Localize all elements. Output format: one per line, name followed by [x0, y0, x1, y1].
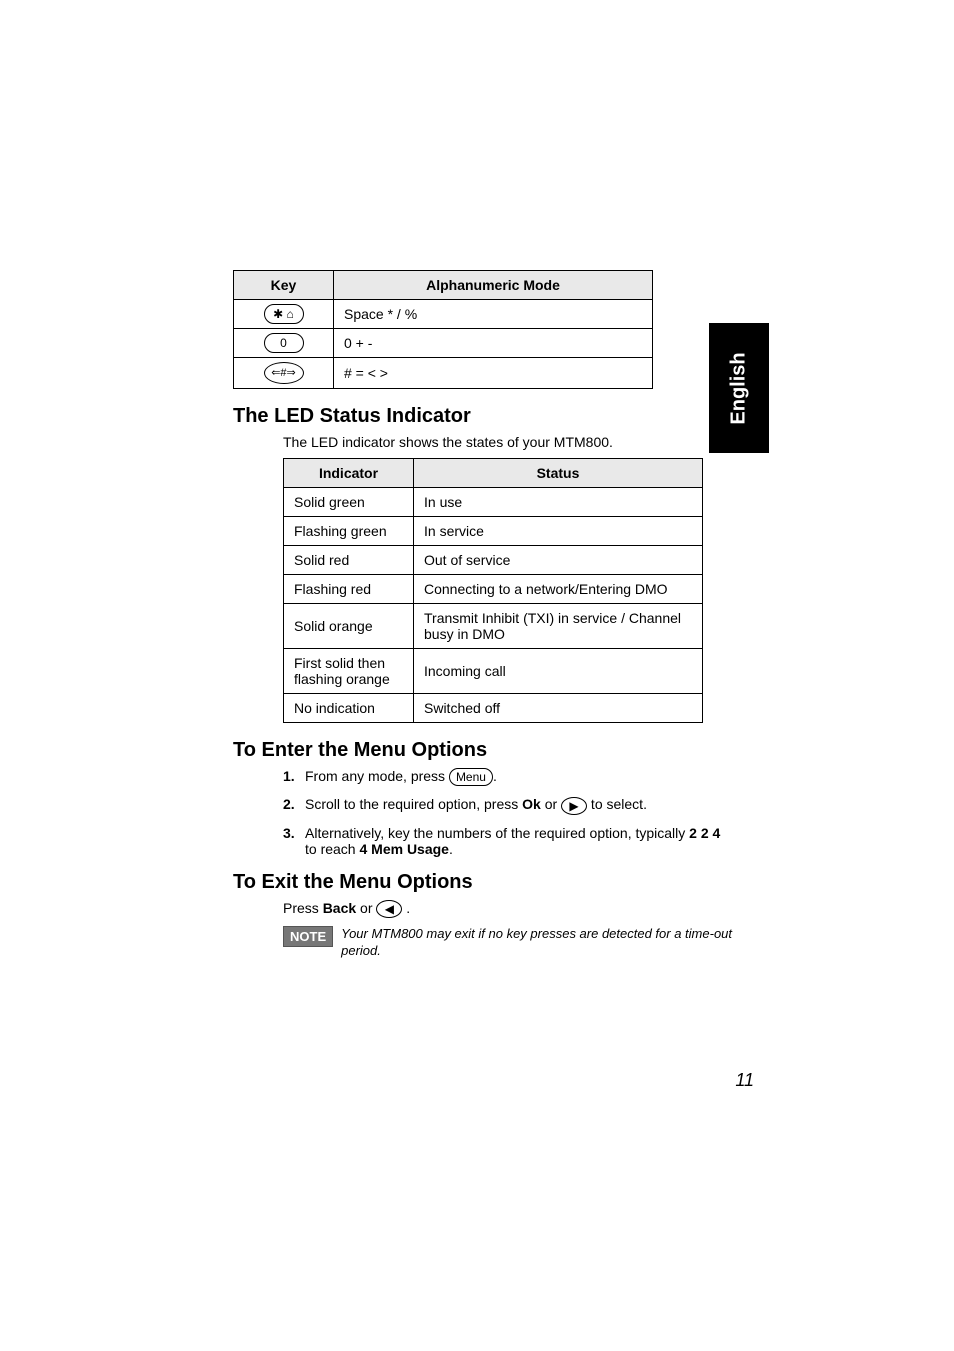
table-row: First solid then flashing orangeIncoming…	[284, 649, 703, 694]
step-text: to reach	[305, 841, 359, 857]
step-number: 3.	[283, 825, 295, 841]
table-row: Flashing redConnecting to a network/Ente…	[284, 575, 703, 604]
exit-text: Press	[283, 900, 323, 916]
indicator-header: Indicator	[284, 459, 414, 488]
indicator-cell: First solid then flashing orange	[284, 649, 414, 694]
zero-key-icon: 0	[264, 333, 304, 353]
step-text: .	[449, 841, 453, 857]
table-row: ✱ ⌂ Space * / %	[234, 300, 653, 329]
table-row: ⇐#⇒ # = < >	[234, 358, 653, 389]
status-cell: Out of service	[414, 546, 703, 575]
table-row: Solid orangeTransmit Inhibit (TXI) in se…	[284, 604, 703, 649]
table-row: Flashing greenIn service	[284, 517, 703, 546]
enter-menu-steps: 1. From any mode, press Menu. 2. Scroll …	[283, 768, 733, 857]
step-text: From any mode, press	[305, 768, 449, 784]
left-arrow-key-icon: ◀	[376, 900, 402, 918]
key-cell: 0	[234, 329, 334, 358]
status-header: Status	[414, 459, 703, 488]
step-3: 3. Alternatively, key the numbers of the…	[283, 825, 733, 857]
menu-key-icon: Menu	[449, 768, 493, 786]
indicator-cell: Flashing red	[284, 575, 414, 604]
step-text: or	[541, 796, 561, 812]
note-label: NOTE	[283, 926, 333, 947]
indicator-cell: Flashing green	[284, 517, 414, 546]
mode-cell: 0 + -	[334, 329, 653, 358]
step-text: Scroll to the required option, press	[305, 796, 522, 812]
mode-cell: # = < >	[334, 358, 653, 389]
status-cell: Transmit Inhibit (TXI) in service / Chan…	[414, 604, 703, 649]
page-number: 11	[735, 1070, 754, 1091]
key-sequence: 2 2 4	[689, 825, 720, 841]
right-arrow-key-icon: ▶	[561, 797, 587, 815]
menu-target: 4 Mem Usage	[359, 841, 448, 857]
mode-cell: Space * / %	[334, 300, 653, 329]
table-row: No indicationSwitched off	[284, 694, 703, 723]
table-row: Solid greenIn use	[284, 488, 703, 517]
led-heading: The LED Status Indicator	[233, 405, 733, 428]
key-cell: ⇐#⇒	[234, 358, 334, 389]
key-cell: ✱ ⌂	[234, 300, 334, 329]
status-cell: In service	[414, 517, 703, 546]
indicator-cell: Solid red	[284, 546, 414, 575]
indicator-cell: No indication	[284, 694, 414, 723]
mode-header: Alphanumeric Mode	[334, 271, 653, 300]
note-box: NOTE Your MTM800 may exit if no key pres…	[283, 926, 733, 960]
step-text: .	[493, 768, 497, 784]
step-1: 1. From any mode, press Menu.	[283, 768, 733, 786]
star-key-icon: ✱ ⌂	[264, 304, 304, 324]
exit-instruction: Press Back or ◀ .	[283, 900, 733, 918]
key-mode-table: Key Alphanumeric Mode ✱ ⌂ Space * / % 0 …	[233, 270, 653, 389]
ok-label: Ok	[522, 796, 541, 812]
table-row: 0 0 + -	[234, 329, 653, 358]
status-cell: Switched off	[414, 694, 703, 723]
exit-text: .	[402, 900, 410, 916]
step-2: 2. Scroll to the required option, press …	[283, 796, 733, 814]
indicator-cell: Solid orange	[284, 604, 414, 649]
content-area: Key Alphanumeric Mode ✱ ⌂ Space * / % 0 …	[233, 270, 733, 960]
indicator-cell: Solid green	[284, 488, 414, 517]
exit-text: or	[356, 900, 376, 916]
led-intro: The LED indicator shows the states of yo…	[283, 434, 733, 450]
table-row: Solid redOut of service	[284, 546, 703, 575]
status-cell: Incoming call	[414, 649, 703, 694]
status-cell: In use	[414, 488, 703, 517]
page: English Key Alphanumeric Mode ✱ ⌂ Space …	[0, 0, 954, 1351]
step-number: 1.	[283, 768, 295, 784]
status-cell: Connecting to a network/Entering DMO	[414, 575, 703, 604]
indicator-table: Indicator Status Solid greenIn use Flash…	[283, 458, 703, 723]
hash-key-icon: ⇐#⇒	[264, 362, 304, 384]
note-text: Your MTM800 may exit if no key presses a…	[341, 926, 733, 960]
step-number: 2.	[283, 796, 295, 812]
key-header: Key	[234, 271, 334, 300]
step-text: Alternatively, key the numbers of the re…	[305, 825, 689, 841]
enter-menu-heading: To Enter the Menu Options	[233, 739, 733, 762]
exit-menu-heading: To Exit the Menu Options	[233, 871, 733, 894]
back-label: Back	[323, 900, 356, 916]
step-text: to select.	[587, 796, 647, 812]
